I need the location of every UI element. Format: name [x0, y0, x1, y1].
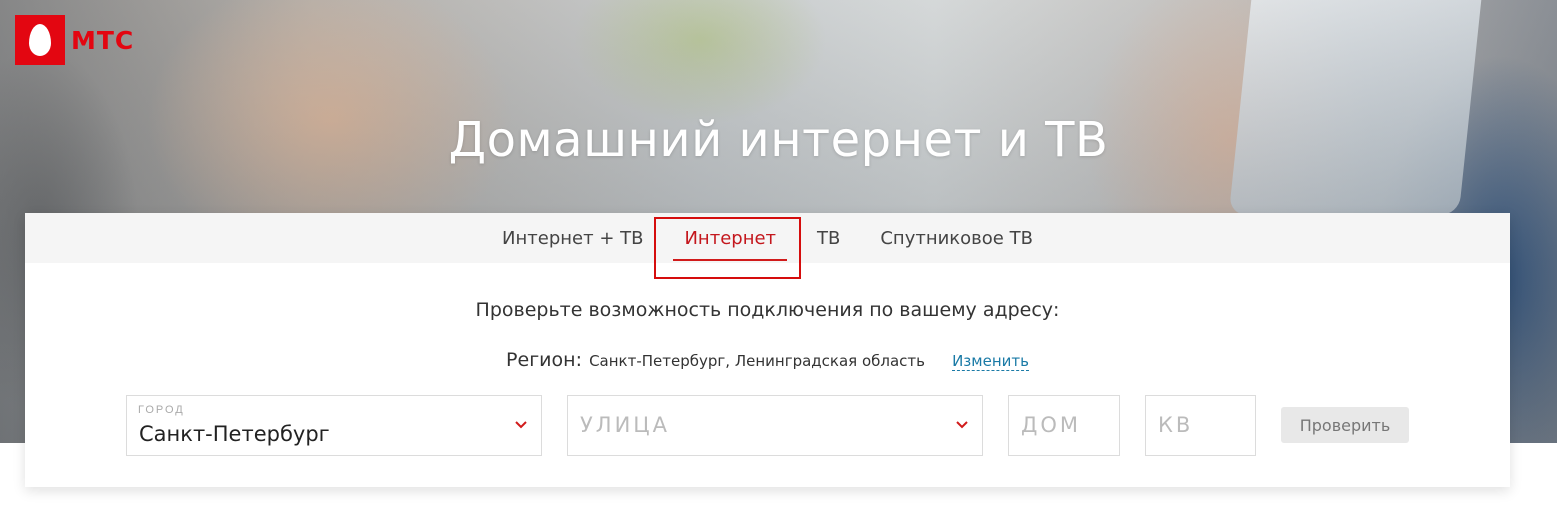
region-line: Регион: Санкт-Петербург, Ленинградская о… — [25, 349, 1510, 371]
page-title: Домашний интернет и ТВ — [448, 112, 1109, 168]
address-check-card: Интернет + ТВ Интернет ТВ Спутниковое ТВ… — [25, 213, 1510, 487]
tab-internet[interactable]: Интернет — [654, 213, 806, 263]
mts-logo-text: МТС — [71, 25, 135, 55]
address-check-title: Проверьте возможность подключения по ваш… — [475, 299, 1060, 321]
street-field-placeholder: УЛИЦА — [580, 413, 670, 437]
tab-internet-label: Интернет — [684, 227, 777, 249]
mts-logo[interactable]: МТС — [15, 15, 134, 65]
tab-tv[interactable]: ТВ — [806, 213, 851, 263]
tab-satellite-tv-label: Спутниковое ТВ — [880, 227, 1033, 249]
check-address-button[interactable]: Проверить — [1281, 407, 1409, 443]
apartment-field-placeholder: КВ — [1158, 413, 1194, 437]
apartment-field[interactable]: КВ — [1145, 395, 1256, 456]
house-field[interactable]: ДОМ — [1008, 395, 1120, 456]
city-field-value: Санкт-Петербург — [139, 422, 330, 446]
chevron-down-icon — [515, 421, 527, 429]
city-field-label: ГОРОД — [138, 404, 185, 416]
tab-internet-tv-label: Интернет + ТВ — [502, 227, 644, 249]
tab-satellite-tv[interactable]: Спутниковое ТВ — [869, 213, 1044, 263]
region-label: Регион: — [506, 349, 582, 371]
tab-internet-tv[interactable]: Интернет + ТВ — [491, 213, 654, 263]
house-field-placeholder: ДОМ — [1021, 413, 1082, 437]
service-tabs: Интернет + ТВ Интернет ТВ Спутниковое ТВ — [25, 213, 1510, 263]
region-change-link[interactable]: Изменить — [952, 352, 1029, 371]
tab-tv-label: ТВ — [817, 227, 841, 249]
street-select[interactable]: УЛИЦА — [567, 395, 983, 456]
chevron-down-icon — [956, 421, 968, 429]
egg-icon — [29, 24, 51, 56]
city-select[interactable]: ГОРОД Санкт-Петербург — [126, 395, 542, 456]
mts-logo-icon — [15, 15, 65, 65]
region-value: Санкт-Петербург, Ленинградская область — [589, 352, 925, 370]
